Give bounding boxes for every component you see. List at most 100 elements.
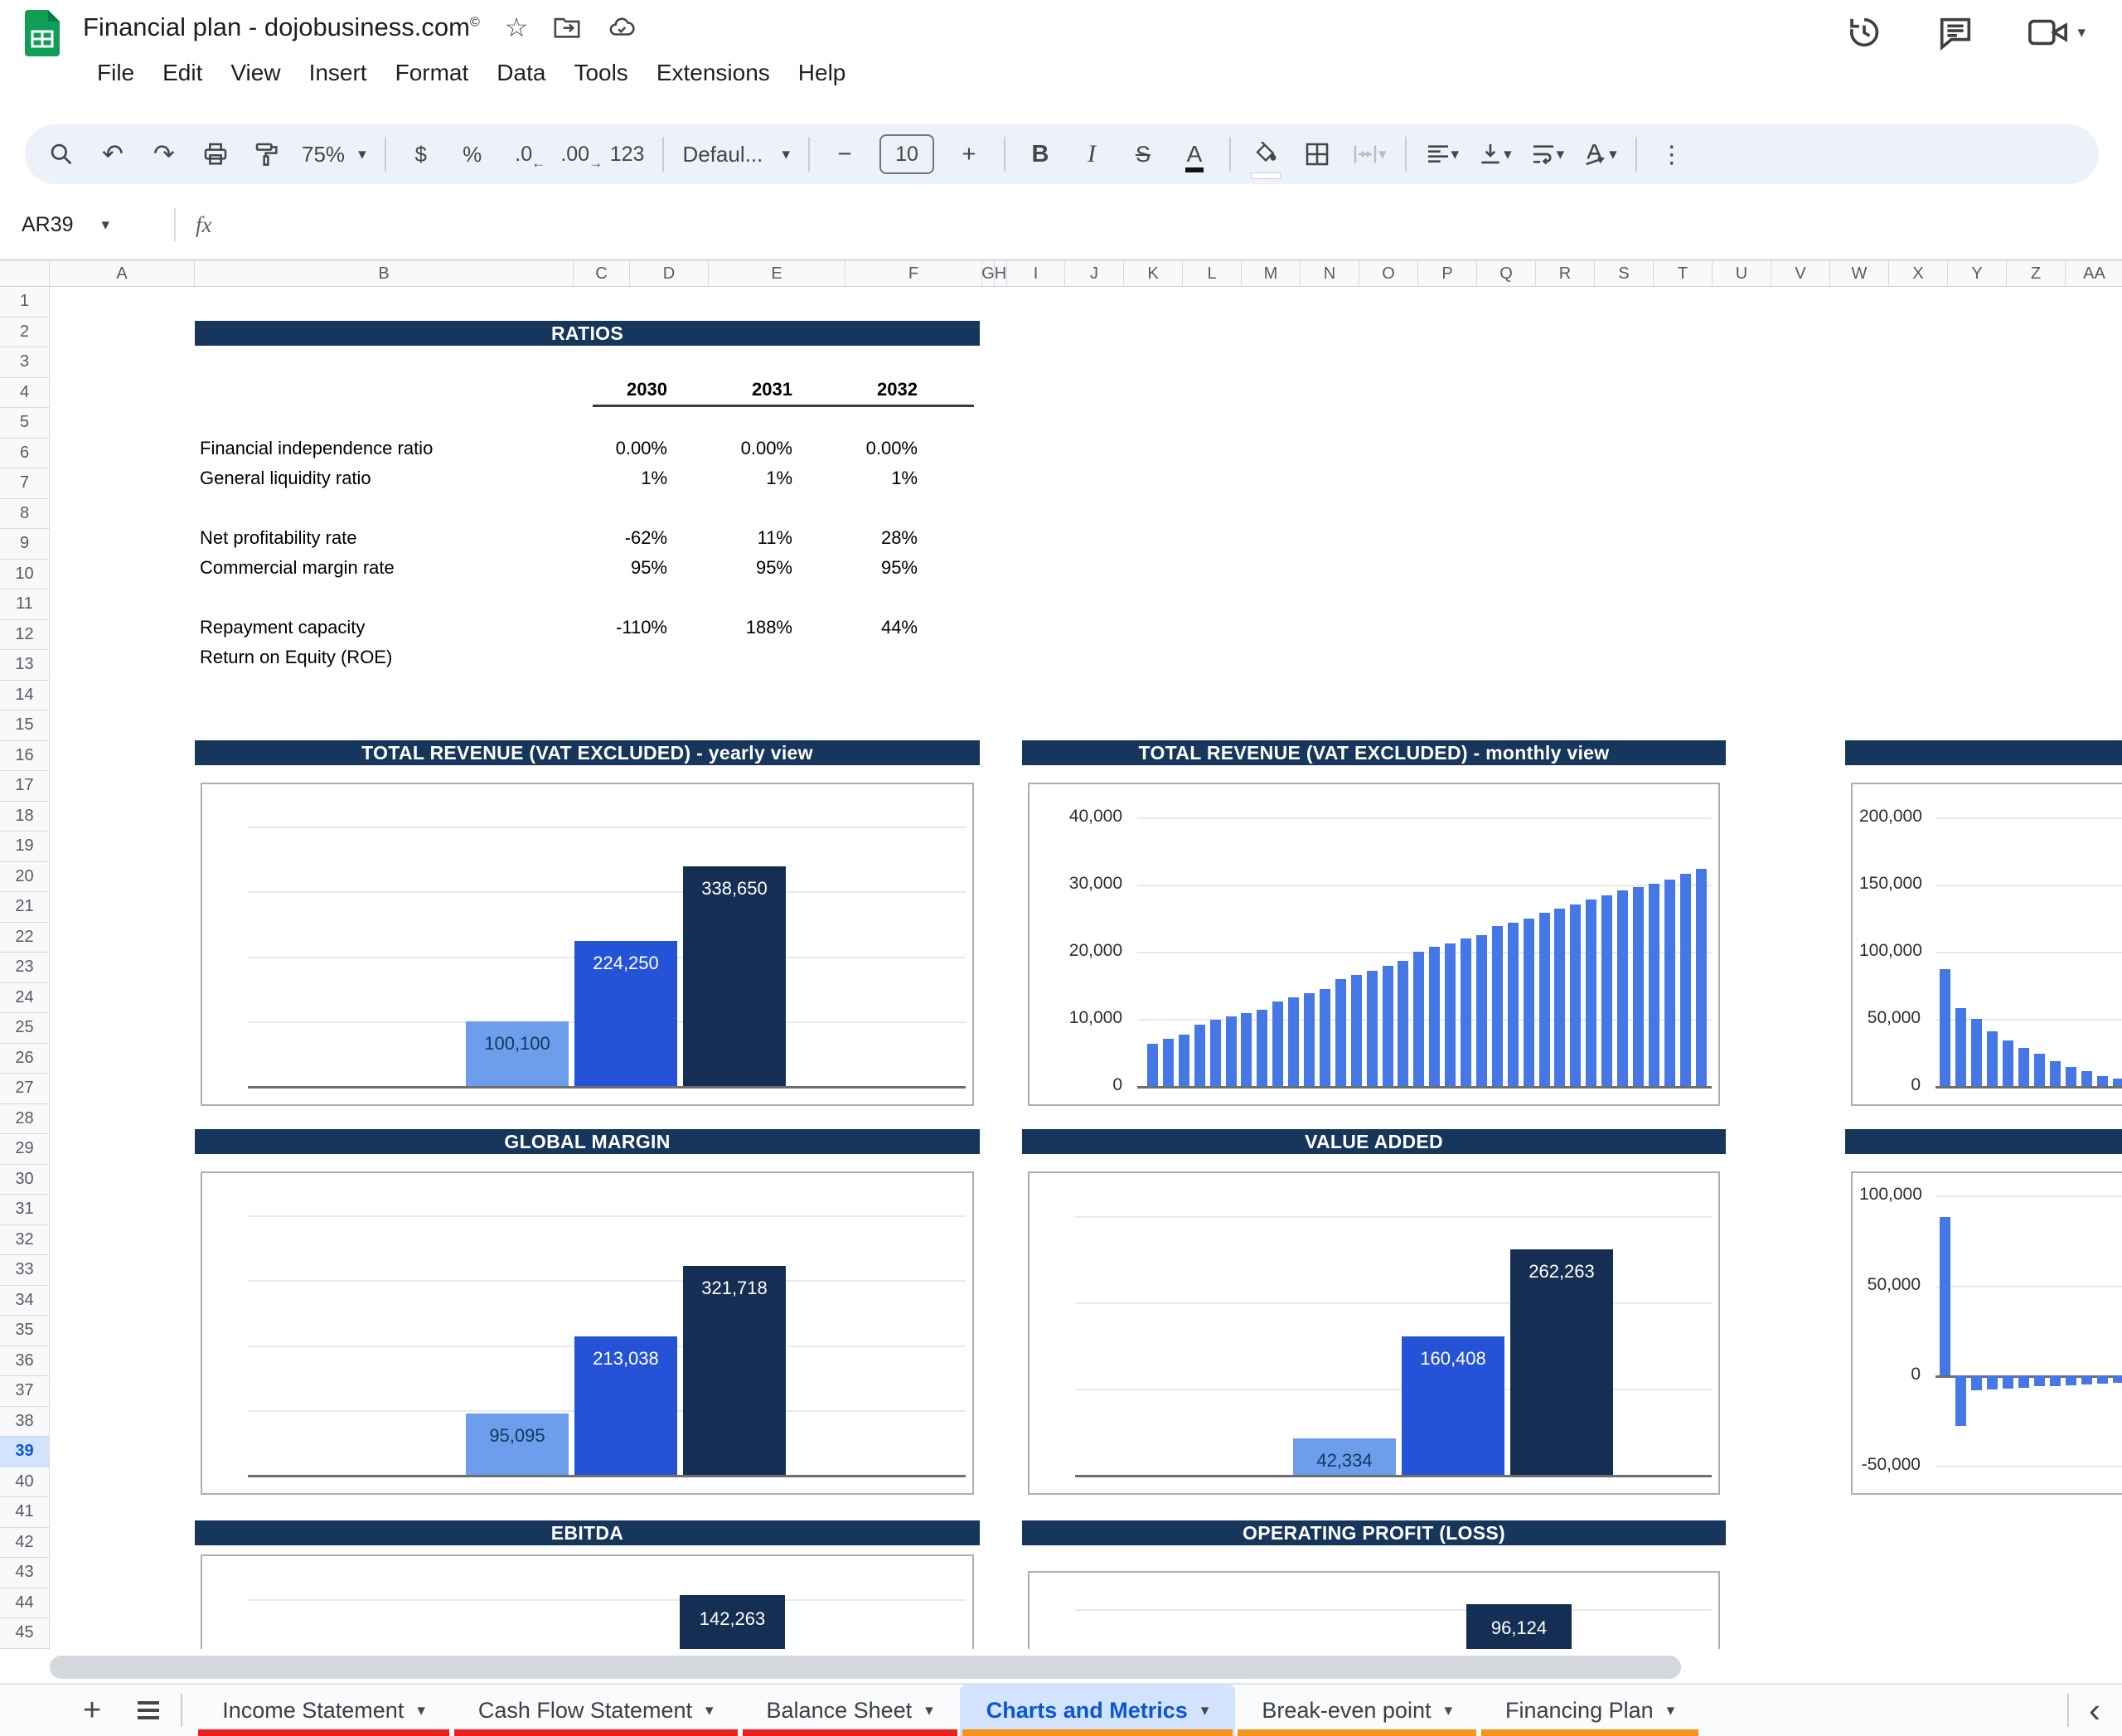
column-header-B[interactable]: B [195, 261, 574, 286]
row-header-23[interactable]: 23 [0, 953, 49, 983]
borders-button[interactable] [1301, 133, 1334, 176]
row-header-2[interactable]: 2 [0, 318, 49, 348]
text-color-button[interactable]: A [1178, 133, 1211, 176]
cloud-saved-icon[interactable] [606, 13, 637, 41]
menu-help[interactable]: Help [784, 56, 860, 90]
row-header-25[interactable]: 25 [0, 1013, 49, 1044]
row-header-15[interactable]: 15 [0, 710, 49, 741]
row-header-41[interactable]: 41 [0, 1497, 49, 1528]
undo-button[interactable]: ↶ [96, 133, 129, 176]
row-header-9[interactable]: 9 [0, 529, 49, 560]
print-button[interactable] [199, 133, 232, 176]
column-header-D[interactable]: D [630, 261, 709, 286]
format-currency-button[interactable]: $ [405, 133, 438, 176]
row-header-8[interactable]: 8 [0, 499, 49, 530]
font-select[interactable]: Defaul...▾ [682, 133, 790, 176]
row-header-12[interactable]: 12 [0, 620, 49, 651]
tab-income-statement[interactable]: Income Statement▾ [196, 1685, 452, 1736]
number-format-button[interactable]: 123 [610, 133, 645, 176]
row-header-28[interactable]: 28 [0, 1104, 49, 1135]
formula-input[interactable] [212, 191, 2122, 259]
menu-tools[interactable]: Tools [560, 56, 642, 90]
column-header-Z[interactable]: Z [2007, 261, 2066, 286]
add-sheet-button[interactable]: + [83, 1693, 101, 1729]
chart-right-top-partial[interactable]: 200,000150,000100,00050,0000 [1845, 740, 2122, 1106]
row-header-31[interactable]: 31 [0, 1195, 49, 1225]
row-header-13[interactable]: 13 [0, 650, 49, 681]
chart-global-margin[interactable]: GLOBAL MARGIN 95,095213,038321,718 [195, 1129, 980, 1495]
paint-format-button[interactable] [250, 133, 283, 176]
row-header-21[interactable]: 21 [0, 892, 49, 923]
row-header-40[interactable]: 40 [0, 1467, 49, 1498]
column-header-M[interactable]: M [1242, 261, 1301, 286]
text-wrap-button[interactable]: ▾ [1530, 133, 1565, 176]
column-header-T[interactable]: T [1654, 261, 1713, 286]
row-header-17[interactable]: 17 [0, 771, 49, 802]
increase-decimal-button[interactable]: .00→ [559, 133, 592, 176]
row-header-19[interactable]: 19 [0, 832, 49, 862]
row-header-38[interactable]: 38 [0, 1407, 49, 1438]
column-header-A[interactable]: A [50, 261, 195, 286]
vertical-align-button[interactable]: ▾ [1477, 133, 1512, 176]
row-header-10[interactable]: 10 [0, 560, 49, 590]
row-header-42[interactable]: 42 [0, 1528, 49, 1559]
font-size-input[interactable]: 10 [879, 134, 934, 174]
column-header-V[interactable]: V [1771, 261, 1830, 286]
name-box[interactable]: AR39▾ [0, 213, 154, 237]
row-header-16[interactable]: 16 [0, 741, 49, 772]
menu-file[interactable]: File [83, 56, 148, 90]
row-header-14[interactable]: 14 [0, 681, 49, 711]
row-header-7[interactable]: 7 [0, 468, 49, 499]
menu-extensions[interactable]: Extensions [642, 56, 784, 90]
row-header-26[interactable]: 26 [0, 1044, 49, 1074]
row-header-1[interactable]: 1 [0, 287, 49, 318]
row-header-27[interactable]: 27 [0, 1074, 49, 1104]
column-header-N[interactable]: N [1301, 261, 1359, 286]
column-header-S[interactable]: S [1595, 261, 1654, 286]
row-header-39[interactable]: 39 [0, 1437, 49, 1467]
row-header-29[interactable]: 29 [0, 1134, 49, 1165]
meet-video-control[interactable]: ▾ [2028, 14, 2086, 51]
column-header-U[interactable]: U [1713, 261, 1771, 286]
row-header-20[interactable]: 20 [0, 862, 49, 893]
row-header-32[interactable]: 32 [0, 1225, 49, 1256]
row-header-3[interactable]: 3 [0, 347, 49, 378]
sheet-canvas[interactable]: RATIOS 203020312032 Financial independen… [50, 287, 2122, 1649]
search-icon[interactable] [45, 133, 78, 176]
chart-right-mid-partial[interactable]: 100,00050,0000-50,000 [1845, 1129, 2122, 1495]
row-header-11[interactable]: 11 [0, 589, 49, 620]
menu-view[interactable]: View [216, 56, 294, 90]
tab-break-even-point[interactable]: Break-even point▾ [1235, 1685, 1479, 1736]
star-icon[interactable]: ☆ [505, 14, 529, 41]
italic-button[interactable]: I [1075, 133, 1108, 176]
row-header-6[interactable]: 6 [0, 439, 49, 469]
column-header-R[interactable]: R [1536, 261, 1595, 286]
row-header-34[interactable]: 34 [0, 1286, 49, 1317]
column-header-AA[interactable]: AA [2066, 261, 2122, 286]
row-header-35[interactable]: 35 [0, 1316, 49, 1346]
scroll-tabs-left-icon[interactable]: ‹ [2089, 1693, 2100, 1728]
row-header-18[interactable]: 18 [0, 802, 49, 832]
column-header-O[interactable]: O [1359, 261, 1418, 286]
row-header-30[interactable]: 30 [0, 1165, 49, 1195]
horizontal-scrollbar-thumb[interactable] [50, 1656, 1681, 1679]
chart-value-added[interactable]: VALUE ADDED 42,334160,408262,263 [1022, 1129, 1726, 1495]
all-sheets-menu-icon[interactable] [138, 1701, 159, 1719]
row-header-33[interactable]: 33 [0, 1255, 49, 1286]
sheets-logo-icon[interactable] [25, 10, 60, 56]
menu-edit[interactable]: Edit [148, 56, 216, 90]
increase-font-size-button[interactable]: + [952, 133, 986, 176]
horizontal-align-button[interactable]: ▾ [1425, 133, 1460, 176]
tab-charts-and-metrics[interactable]: Charts and Metrics▾ [960, 1685, 1236, 1736]
row-header-36[interactable]: 36 [0, 1346, 49, 1377]
text-rotation-button[interactable]: ▾ [1582, 133, 1617, 176]
merge-cells-button[interactable]: ▾ [1352, 133, 1387, 176]
zoom-select[interactable]: 75% ▾ [302, 133, 366, 176]
row-header-45[interactable]: 45 [0, 1618, 49, 1649]
comments-icon[interactable] [1936, 13, 1974, 51]
column-header-I[interactable]: I [1007, 261, 1065, 286]
row-header-44[interactable]: 44 [0, 1588, 49, 1619]
column-header-H[interactable]: H [995, 261, 1007, 286]
strikethrough-button[interactable]: S [1126, 133, 1160, 176]
column-header-X[interactable]: X [1889, 261, 1948, 286]
